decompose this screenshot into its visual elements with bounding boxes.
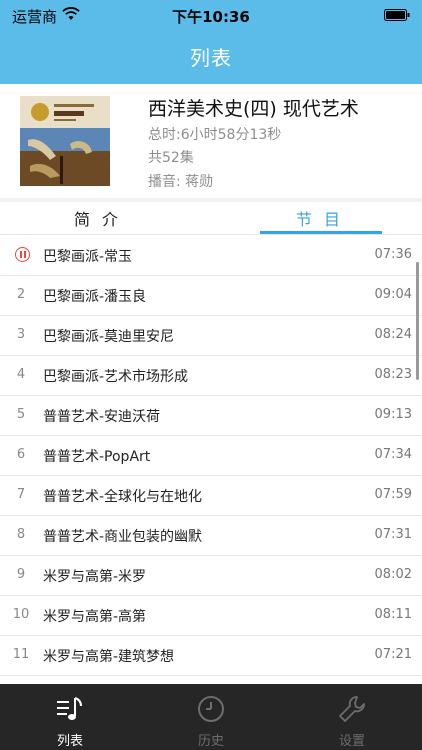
pause-icon[interactable]: [15, 247, 30, 262]
episode-title: 普普艺术-全球化与在地化: [43, 489, 203, 505]
episode-title: 米罗与高第-建筑梦想: [43, 649, 175, 665]
episode-title: 巴黎画派-艺术市场形成: [43, 369, 189, 385]
episode-index: 11: [12, 647, 30, 662]
album-title: 西洋美术史(四) 现代艺术: [148, 98, 359, 120]
episode-duration: 09:13: [374, 407, 412, 422]
tabbar-item-history[interactable]: 历史: [141, 684, 281, 750]
list-item[interactable]: 4 巴黎画派-艺术市场形成 08:23: [0, 356, 422, 396]
music-list-icon: [57, 697, 82, 720]
episode-title: 米罗与高第-米罗: [43, 569, 147, 585]
album-host: 播音: 蒋勋: [148, 174, 214, 190]
tabbar-label-history: 历史: [197, 734, 224, 749]
episode-index: 7: [16, 487, 26, 502]
episode-duration: 09:04: [374, 287, 412, 302]
tab-bar: 列表 历史 设置: [0, 684, 422, 750]
episode-duration: 07:31: [374, 527, 412, 542]
list-item[interactable]: 9 米罗与高第-米罗 08:02: [0, 556, 422, 596]
list-item[interactable]: 巴黎画派-常玉 07:36: [0, 236, 422, 276]
episode-duration: 07:21: [374, 647, 412, 662]
episode-title: 普普艺术-商业包装的幽默: [43, 529, 203, 545]
episode-title: 普普艺术-安迪沃荷: [43, 409, 161, 425]
album-cover-image: [20, 96, 110, 186]
episode-index: 2: [16, 287, 26, 302]
album-total-duration: 总时:6小时58分13秒: [148, 127, 282, 143]
list-item[interactable]: 5 普普艺术-安迪沃荷 09:13: [0, 396, 422, 436]
episode-index: 3: [16, 327, 26, 342]
segment-tabs: 简介 节目: [0, 202, 422, 235]
episode-duration: 07:34: [374, 447, 412, 462]
episode-duration: 08:23: [374, 367, 412, 382]
episode-index: 5: [16, 407, 26, 422]
tab-programs[interactable]: 节目: [296, 206, 352, 230]
album-episode-count: 共52集: [148, 150, 194, 166]
active-tab-indicator: [260, 231, 382, 234]
tabbar-item-list[interactable]: 列表: [0, 684, 140, 750]
status-bar: 运营商 下午10:36: [0, 0, 422, 30]
episode-duration: 07:36: [374, 247, 412, 262]
nav-bar: 运营商 下午10:36 列表: [0, 0, 422, 84]
episode-index: 4: [16, 367, 26, 382]
list-item[interactable]: 3 巴黎画派-莫迪里安尼 08:24: [0, 316, 422, 356]
list-item[interactable]: 10 米罗与高第-高第 08:11: [0, 596, 422, 636]
app-screen: 运营商 下午10:36 列表 西洋美术史(四) 现代艺术 总时:6小时58分13…: [0, 0, 422, 750]
list-item[interactable]: 11 米罗与高第-建筑梦想 07:21: [0, 636, 422, 676]
album-header: 西洋美术史(四) 现代艺术 总时:6小时58分13秒 共52集 播音: 蒋勋: [0, 84, 422, 200]
episode-title: 米罗与高第-高第: [43, 609, 147, 625]
scrollbar[interactable]: [416, 262, 419, 380]
wrench-icon: [339, 696, 365, 722]
episode-index: 9: [16, 567, 26, 582]
page-title: 列表: [190, 46, 232, 70]
episode-duration: 07:59: [374, 487, 412, 502]
list-item[interactable]: 7 普普艺术-全球化与在地化 07:59: [0, 476, 422, 516]
clock-icon: [198, 696, 224, 722]
episode-duration: 08:11: [374, 607, 412, 622]
tabbar-label-settings: 设置: [338, 734, 365, 749]
episode-list[interactable]: 巴黎画派-常玉 07:36 2 巴黎画派-潘玉良 09:04 3 巴黎画派-莫迪里安尼 08:…: [0, 236, 422, 684]
tabbar-item-settings[interactable]: 设置: [282, 684, 422, 750]
episode-index: 8: [16, 527, 26, 542]
list-item[interactable]: 6 普普艺术-PopArt 07:34: [0, 436, 422, 476]
episode-duration: 08:24: [374, 327, 412, 342]
tabbar-label-list: 列表: [56, 734, 83, 749]
episode-index: 10: [12, 607, 30, 622]
list-item[interactable]: 2 巴黎画派-潘玉良 09:04: [0, 276, 422, 316]
status-time: 下午10:36: [172, 8, 250, 26]
episode-title: 普普艺术-PopArt: [43, 449, 151, 465]
episode-title: 巴黎画派-潘玉良: [43, 289, 147, 305]
battery-icon: [384, 9, 410, 21]
episode-title: 巴黎画派-常玉: [43, 249, 133, 265]
list-item[interactable]: 8 普普艺术-商业包装的幽默 07:31: [0, 516, 422, 556]
episode-title: 巴黎画派-莫迪里安尼: [43, 329, 175, 345]
tab-intro[interactable]: 简介: [74, 206, 130, 230]
episode-duration: 08:02: [374, 567, 412, 582]
episode-index: 6: [16, 447, 26, 462]
